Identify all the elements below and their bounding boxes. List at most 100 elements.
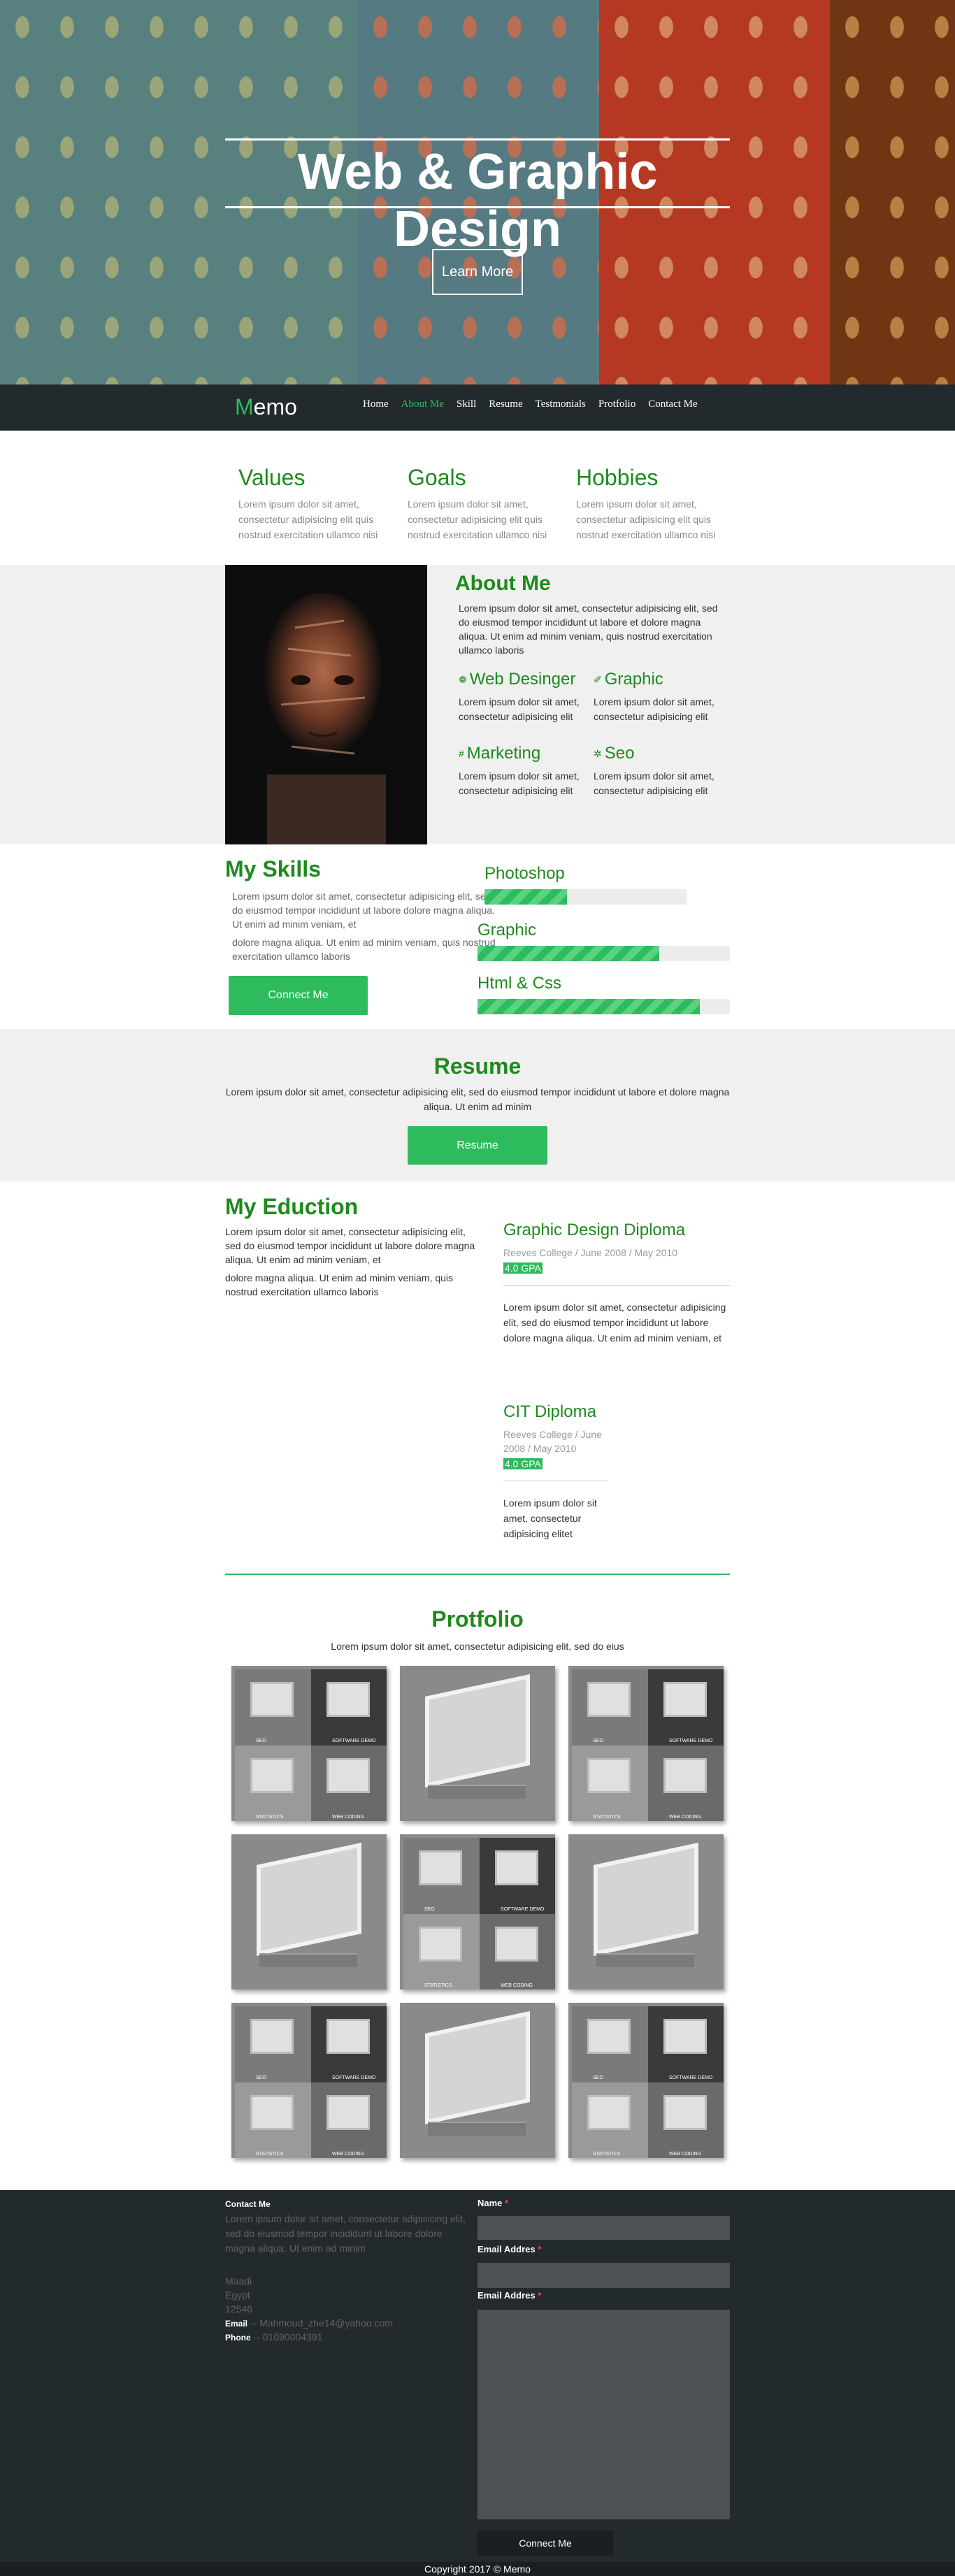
thumb-panel: WEB CODING xyxy=(480,1914,555,1989)
thumb-caption: SOFTWARE DEMO xyxy=(332,1739,376,1743)
portfolio-title: Protfolio xyxy=(431,1606,524,1632)
site-logo[interactable]: Memo xyxy=(235,394,297,420)
nav-item-contact-me[interactable]: Contact Me xyxy=(648,398,697,410)
portrait-image xyxy=(225,565,427,844)
service-graphic: ✐ Graphic Lorem ipsum dolor sit amet, con… xyxy=(594,670,733,724)
portfolio-item[interactable]: SEO SOFTWARE DEMO STATISTICS WEB CODING xyxy=(568,2003,724,2158)
connect-me-button[interactable]: Connect Me xyxy=(229,976,368,1015)
thumb-panel: SEO xyxy=(403,1838,480,1914)
values-title: Values xyxy=(238,465,306,490)
goals-title: Goals xyxy=(408,465,466,490)
thumb-caption: STATISTICS xyxy=(424,1983,452,1988)
diploma-meta: Reeves College / June 2008 / May 2010 xyxy=(503,1429,602,1454)
portfolio-item[interactable]: SEO SOFTWARE DEMO STATISTICS WEB CODING xyxy=(231,1666,387,1821)
thumb-panel: SEO xyxy=(235,1669,311,1746)
thumb-caption: SOFTWARE DEMO xyxy=(669,2075,713,2080)
email-field-label: Email Addres * xyxy=(478,2244,542,2254)
skill-label-graphic: Graphic xyxy=(478,921,537,940)
portfolio-item[interactable] xyxy=(568,1834,724,1989)
service-title: Seo xyxy=(604,744,635,763)
portfolio-item[interactable] xyxy=(231,1834,387,1989)
email-value[interactable]: -- Mahmoud_zhe14@yahoo.com xyxy=(250,2317,393,2329)
thumb-caption: STATISTICS xyxy=(593,2152,621,2157)
hobbies-text: Lorem ipsum dolor sit amet, consectetur … xyxy=(576,498,716,540)
about-title: About Me xyxy=(455,572,551,595)
nav-item-skill[interactable]: Skill xyxy=(457,398,476,410)
resume-text: Lorem ipsum dolor sit amet, consectetur … xyxy=(225,1086,730,1112)
monitor-illustration xyxy=(594,1843,698,1956)
thumb-caption: WEB CODING xyxy=(669,2152,701,2157)
email-label: Email xyxy=(225,2319,248,2329)
resume-button[interactable]: Resume xyxy=(408,1126,547,1165)
nav-item-resume[interactable]: Resume xyxy=(489,398,522,410)
email-input[interactable] xyxy=(478,2263,730,2288)
skill-bar-fill xyxy=(478,999,700,1014)
education-paragraph-2: dolore magna aliqua. Ut enim ad minim ve… xyxy=(225,1272,454,1297)
name-input[interactable] xyxy=(478,2216,730,2240)
thumb-screen-icon xyxy=(663,1758,707,1793)
thumb-screen-icon xyxy=(326,2019,370,2054)
thumb-caption: SOFTWARE DEMO xyxy=(669,1739,713,1743)
thumb-screen-icon xyxy=(587,1682,631,1717)
thumb-panel: SOFTWARE DEMO xyxy=(311,1669,387,1746)
gear-icon: ✲ xyxy=(594,747,602,759)
portfolio-text: Lorem ipsum dolor sit amet, consectetur … xyxy=(331,1641,624,1652)
thumb-caption: WEB CODING xyxy=(332,1815,364,1820)
nav-item-home[interactable]: Home xyxy=(363,398,389,410)
nav-item-protfolio[interactable]: Protfolio xyxy=(598,398,636,410)
portfolio-item[interactable]: SEO SOFTWARE DEMO STATISTICS WEB CODING xyxy=(400,1834,555,1989)
contact-phone: Phone -- 01090004391 xyxy=(225,2330,322,2345)
footer-connect-me-button[interactable]: Connect Me xyxy=(478,2531,613,2556)
values-block: Values Lorem ipsum dolor sit amet, conse… xyxy=(238,465,399,542)
skill-bar-photoshop xyxy=(484,889,687,905)
portfolio-item[interactable]: SEO SOFTWARE DEMO STATISTICS WEB CODING xyxy=(568,1666,724,1821)
thumb-screen-icon xyxy=(250,1682,294,1717)
diploma-cit: CIT Diploma Reeves College / June 2008 /… xyxy=(503,1402,608,1541)
thumb-caption: WEB CODING xyxy=(669,1815,701,1820)
name-label: Name * xyxy=(478,2198,509,2208)
thumb-panel: SOFTWARE DEMO xyxy=(311,2006,387,2082)
skill-bar-fill xyxy=(484,889,568,905)
brush-icon: ✐ xyxy=(594,673,602,685)
thumb-panel: WEB CODING xyxy=(311,2082,387,2158)
service-title: Graphic xyxy=(604,670,663,689)
monitor-illustration xyxy=(425,2011,530,2124)
message-label: Email Addres * xyxy=(478,2290,542,2301)
thumb-caption: WEB CODING xyxy=(501,1983,533,1988)
portfolio-item[interactable] xyxy=(400,2003,555,2158)
portfolio-item[interactable] xyxy=(400,1666,555,1821)
skills-paragraph-1: Lorem ipsum dolor sit amet, consectetur … xyxy=(232,891,495,930)
monitor-illustration xyxy=(425,1674,530,1787)
portfolio-item[interactable]: SEO SOFTWARE DEMO STATISTICS WEB CODING xyxy=(231,2003,387,2158)
thumb-screen-icon xyxy=(495,1850,538,1885)
skill-bar-fill xyxy=(478,946,659,961)
thumb-panel: STATISTICS xyxy=(403,1914,480,1989)
service-text: Lorem ipsum dolor sit amet, consectetur … xyxy=(594,696,715,722)
thumb-panel: STATISTICS xyxy=(572,1746,648,1821)
nav-item-about-me[interactable]: About Me xyxy=(401,398,444,410)
service-marketing: # Marketing Lorem ipsum dolor sit amet, c… xyxy=(459,744,598,798)
thumb-caption: SEO xyxy=(424,1907,435,1912)
nav-item-testmonials[interactable]: Testmonials xyxy=(536,398,586,410)
message-textarea[interactable] xyxy=(478,2310,730,2519)
learn-more-button[interactable]: Learn More xyxy=(432,249,523,295)
thumb-panel: SEO xyxy=(572,1669,648,1746)
skills-title: My Skills xyxy=(225,856,321,882)
thumb-screen-icon xyxy=(250,2095,294,2130)
service-seo: ✲ Seo Lorem ipsum dolor sit amet, consect… xyxy=(594,744,733,798)
thumb-screen-icon xyxy=(587,1758,631,1793)
tag-icon: # xyxy=(459,748,464,759)
hobbies-block: Hobbies Lorem ipsum dolor sit amet, cons… xyxy=(576,465,737,542)
address-country: Egypt xyxy=(225,2289,250,2301)
skill-bar-graphic xyxy=(478,946,730,961)
diploma-meta: Reeves College / June 2008 / May 2010 xyxy=(503,1247,678,1258)
diploma-title: CIT Diploma xyxy=(503,1402,596,1421)
skill-bar-html-css xyxy=(478,999,730,1014)
skill-label-photoshop: Photoshop xyxy=(484,864,565,883)
hero-title: Web & Graphic Design xyxy=(297,144,658,257)
thumb-caption: STATISTICS xyxy=(256,2152,284,2157)
phone-label: Phone xyxy=(225,2333,251,2343)
thumb-panel: SOFTWARE DEMO xyxy=(648,1669,724,1746)
thumb-caption: STATISTICS xyxy=(593,1815,621,1820)
thumb-screen-icon xyxy=(587,2095,631,2130)
